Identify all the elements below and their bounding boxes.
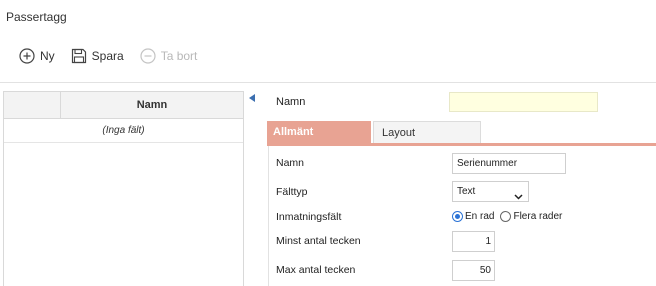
- plus-circle-icon: [18, 47, 36, 65]
- grid-column-name[interactable]: Namn: [61, 92, 243, 118]
- tab-bar: Allmänt Layout: [267, 121, 481, 143]
- page-title: Passertagg: [6, 10, 67, 24]
- chevron-down-icon: [514, 188, 523, 207]
- toolbar: Ny Spara Ta bort: [18, 47, 212, 65]
- grid-select-column: [4, 92, 61, 118]
- delete-button[interactable]: Ta bort: [139, 47, 198, 65]
- fieldtype-label: Fälttyp: [276, 186, 308, 198]
- name-label: Namn: [276, 157, 305, 169]
- input-type-label: Inmatningsfält: [276, 211, 342, 223]
- tab-allmant[interactable]: Allmänt: [267, 121, 371, 143]
- new-button[interactable]: Ny: [18, 47, 55, 65]
- min-chars-input[interactable]: 1: [452, 231, 495, 252]
- radio-single-line[interactable]: En rad: [452, 211, 494, 222]
- radio-multi-line-label: Flera rader: [513, 211, 563, 222]
- grid-header: Namn: [4, 92, 243, 119]
- name-input[interactable]: Serienummer: [452, 153, 566, 174]
- top-name-input[interactable]: [449, 92, 598, 112]
- grid-empty-message: (Inga fält): [4, 119, 243, 143]
- min-chars-label: Minst antal tecken: [276, 235, 361, 247]
- collapse-panel-icon[interactable]: [249, 94, 255, 102]
- top-name-label: Namn: [276, 96, 306, 108]
- max-chars-label: Max antal tecken: [276, 264, 356, 276]
- radio-checked-icon: [452, 211, 463, 222]
- minus-circle-icon: [139, 47, 157, 65]
- radio-unchecked-icon: [500, 211, 512, 222]
- fieldtype-value: Text: [457, 186, 476, 197]
- fieldtype-select[interactable]: Text: [452, 181, 529, 202]
- delete-button-label: Ta bort: [160, 49, 198, 63]
- new-button-label: Ny: [40, 49, 55, 63]
- fields-grid: Namn (Inga fält): [3, 91, 244, 286]
- radio-single-line-label: En rad: [465, 211, 495, 222]
- tab-layout[interactable]: Layout: [373, 121, 481, 143]
- save-button-label: Spara: [91, 49, 124, 63]
- radio-multi-line[interactable]: Flera rader: [500, 211, 562, 222]
- toolbar-divider: [0, 82, 656, 83]
- floppy-disk-icon: [70, 47, 88, 65]
- save-button[interactable]: Spara: [70, 47, 124, 65]
- max-chars-input[interactable]: 50: [452, 260, 495, 281]
- input-type-radio-group: En rad Flera rader: [452, 211, 568, 222]
